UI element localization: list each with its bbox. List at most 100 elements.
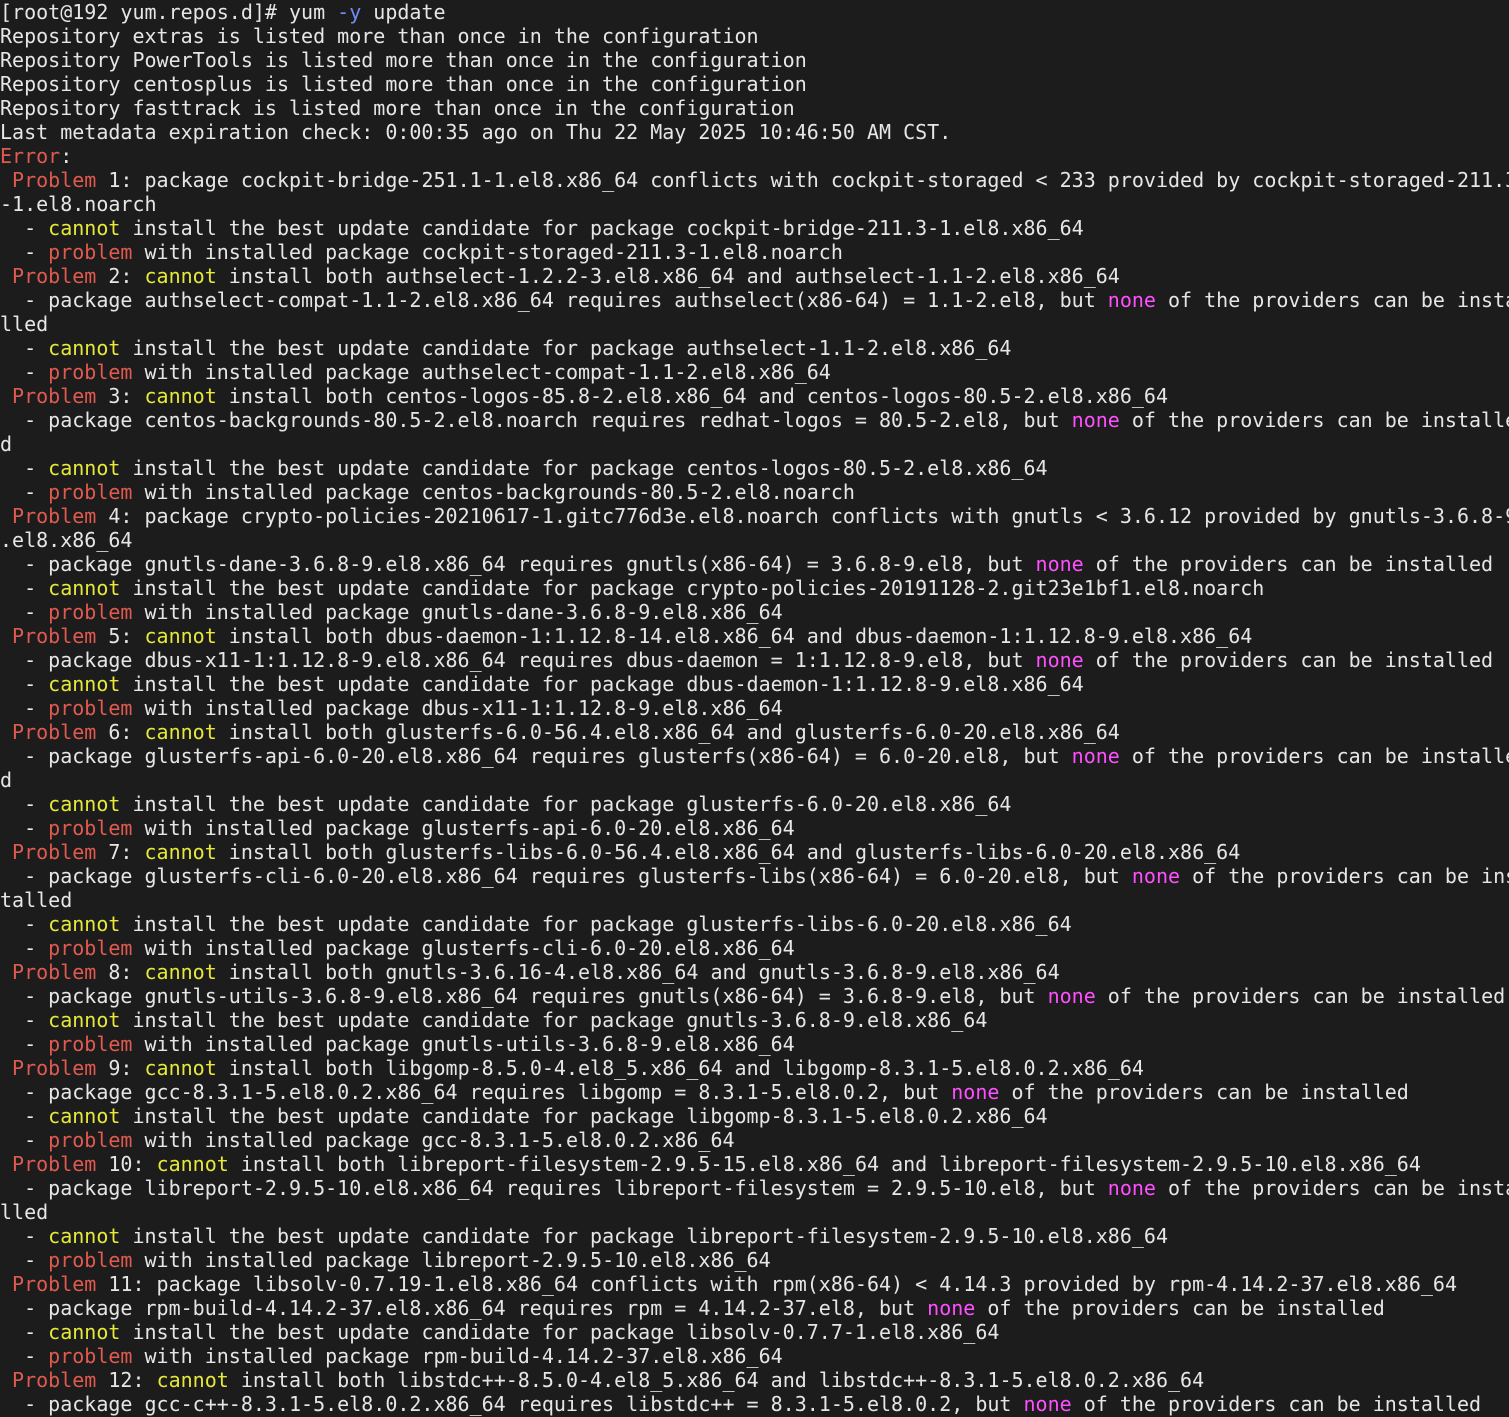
terminal-text: install both authselect-1.2.2-3.el8.x86_… [216,264,1120,288]
terminal-text: of the providers can be installed [999,1080,1409,1104]
terminal-text: - [0,456,49,480]
terminal-text: 3: [96,384,145,408]
terminal-text: install both libgomp-8.5.0-4.el8_5.x86_6… [216,1056,1144,1080]
terminal-text: lled [0,1200,49,1224]
terminal-text: install the best update candidate for pa… [120,1008,988,1032]
terminal-text: install both libreport-filesystem-2.9.5-… [228,1152,1421,1176]
terminal-text: - [0,360,49,384]
terminal-line: Repository fasttrack is listed more than… [0,96,1509,120]
terminal-text: talled [0,888,73,912]
terminal-text-yellow: cannot [48,216,121,240]
terminal-text: install the best update candidate for pa… [120,456,1048,480]
terminal-text-red: Error [0,144,61,168]
terminal-window[interactable]: [root@192 yum.repos.d]# yum -y update Rep… [0,0,1509,1417]
terminal-line: Last metadata expiration check: 0:00:35 … [0,120,1509,144]
terminal-text: 9: [96,1056,145,1080]
terminal-text: Repository extras is listed more than on… [0,24,759,48]
terminal-line: - cannot install the best update candida… [0,1104,1509,1128]
terminal-line: - package gcc-8.3.1-5.el8.0.2.x86_64 req… [0,1080,1509,1104]
terminal-text: - package gnutls-utils-3.6.8-9.el8.x86_6… [0,984,1048,1008]
terminal-line: - problem with installed package gnutls-… [0,1032,1509,1056]
terminal-text-red: Problem [12,840,97,864]
terminal-line: Problem 11: package libsolv-0.7.19-1.el8… [0,1272,1509,1296]
terminal-line: - problem with installed package gcc-8.3… [0,1128,1509,1152]
terminal-text: install both centos-logos-85.8-2.el8.x86… [216,384,1169,408]
terminal-line: - problem with installed package centos-… [0,480,1509,504]
terminal-text: update [361,0,446,24]
terminal-line: - problem with installed package gnutls-… [0,600,1509,624]
terminal-text-yellow: cannot [48,1224,121,1248]
terminal-text: Last metadata expiration check: 0:00:35 … [0,120,952,144]
terminal-line: d [0,768,1509,792]
terminal-line: Problem 12: cannot install both libstdc+… [0,1368,1509,1392]
terminal-text-yellow: cannot [144,624,217,648]
terminal-text: d [0,768,13,792]
terminal-text: with installed package authselect-compat… [132,360,831,384]
terminal-text-magenta: none [1131,864,1181,888]
terminal-line: talled [0,888,1509,912]
terminal-text-magenta: none [951,1080,1000,1104]
terminal-line: Problem 10: cannot install both librepor… [0,1152,1509,1176]
terminal-line: - package libreport-2.9.5-10.el8.x86_64 … [0,1176,1509,1200]
terminal-text: 4: package crypto-policies-20210617-1.gi… [96,504,1509,528]
terminal-text-red: Problem [12,1272,97,1296]
terminal-line: Problem 3: cannot install both centos-lo… [0,384,1509,408]
terminal-text: with installed package centos-background… [132,480,855,504]
terminal-text-red: problem [48,1344,133,1368]
terminal-output[interactable]: [root@192 yum.repos.d]# yum -y update Rep… [0,0,1509,1416]
terminal-text-red: Problem [12,1368,97,1392]
terminal-line: - cannot install the best update candida… [0,912,1509,936]
terminal-text-yellow: cannot [144,960,217,984]
terminal-text-red: problem [48,480,133,504]
terminal-line: lled [0,312,1509,336]
terminal-text: - [0,912,49,936]
terminal-text: install the best update candidate for pa… [120,216,1084,240]
terminal-line: Problem 6: cannot install both glusterfs… [0,720,1509,744]
terminal-text-yellow: cannot [48,456,121,480]
terminal-line: [root@192 yum.repos.d]# yum -y update [0,0,1509,24]
terminal-text-red: Problem [12,264,97,288]
terminal-line: Problem 1: package cockpit-bridge-251.1-… [0,168,1509,192]
terminal-line: - problem with installed package dbus-x1… [0,696,1509,720]
terminal-text: install the best update candidate for pa… [120,912,1072,936]
terminal-text-red: problem [48,936,133,960]
terminal-text-red: Problem [12,504,97,528]
terminal-text-red: Problem [12,1152,97,1176]
terminal-text-yellow: cannot [144,264,217,288]
terminal-text-yellow: cannot [144,1056,217,1080]
terminal-text: 8: [96,960,145,984]
terminal-line: - cannot install the best update candida… [0,1320,1509,1344]
terminal-line: - cannot install the best update candida… [0,1008,1509,1032]
terminal-text: 2: [96,264,145,288]
terminal-text: install both gnutls-3.6.16-4.el8.x86_64 … [216,960,1060,984]
terminal-line: - package gnutls-dane-3.6.8-9.el8.x86_64… [0,552,1509,576]
terminal-line: - problem with installed package gluster… [0,936,1509,960]
terminal-text-blue: -y [337,0,362,24]
terminal-text: .el8.x86_64 [0,528,133,552]
terminal-text: Repository PowerTools is listed more tha… [0,48,807,72]
terminal-line: - cannot install the best update candida… [0,456,1509,480]
terminal-line: - problem with installed package gluster… [0,816,1509,840]
terminal-line: - problem with installed package cockpit… [0,240,1509,264]
terminal-line: - problem with installed package rpm-bui… [0,1344,1509,1368]
terminal-text: - [0,480,49,504]
terminal-line: Problem 8: cannot install both gnutls-3.… [0,960,1509,984]
terminal-text-yellow: cannot [48,672,121,696]
terminal-text-yellow: cannot [48,1320,121,1344]
terminal-text: with installed package gcc-8.3.1-5.el8.0… [132,1128,735,1152]
terminal-text-red: Problem [12,960,97,984]
terminal-line: - package gcc-c++-8.3.1-5.el8.0.2.x86_64… [0,1392,1509,1416]
terminal-text: install the best update candidate for pa… [120,576,1265,600]
terminal-text: : [60,144,73,168]
terminal-text: install the best update candidate for pa… [120,1320,1000,1344]
terminal-text: with installed package gnutls-dane-3.6.8… [132,600,783,624]
terminal-text-magenta: none [1071,408,1120,432]
terminal-text: install both glusterfs-6.0-56.4.el8.x86_… [216,720,1120,744]
